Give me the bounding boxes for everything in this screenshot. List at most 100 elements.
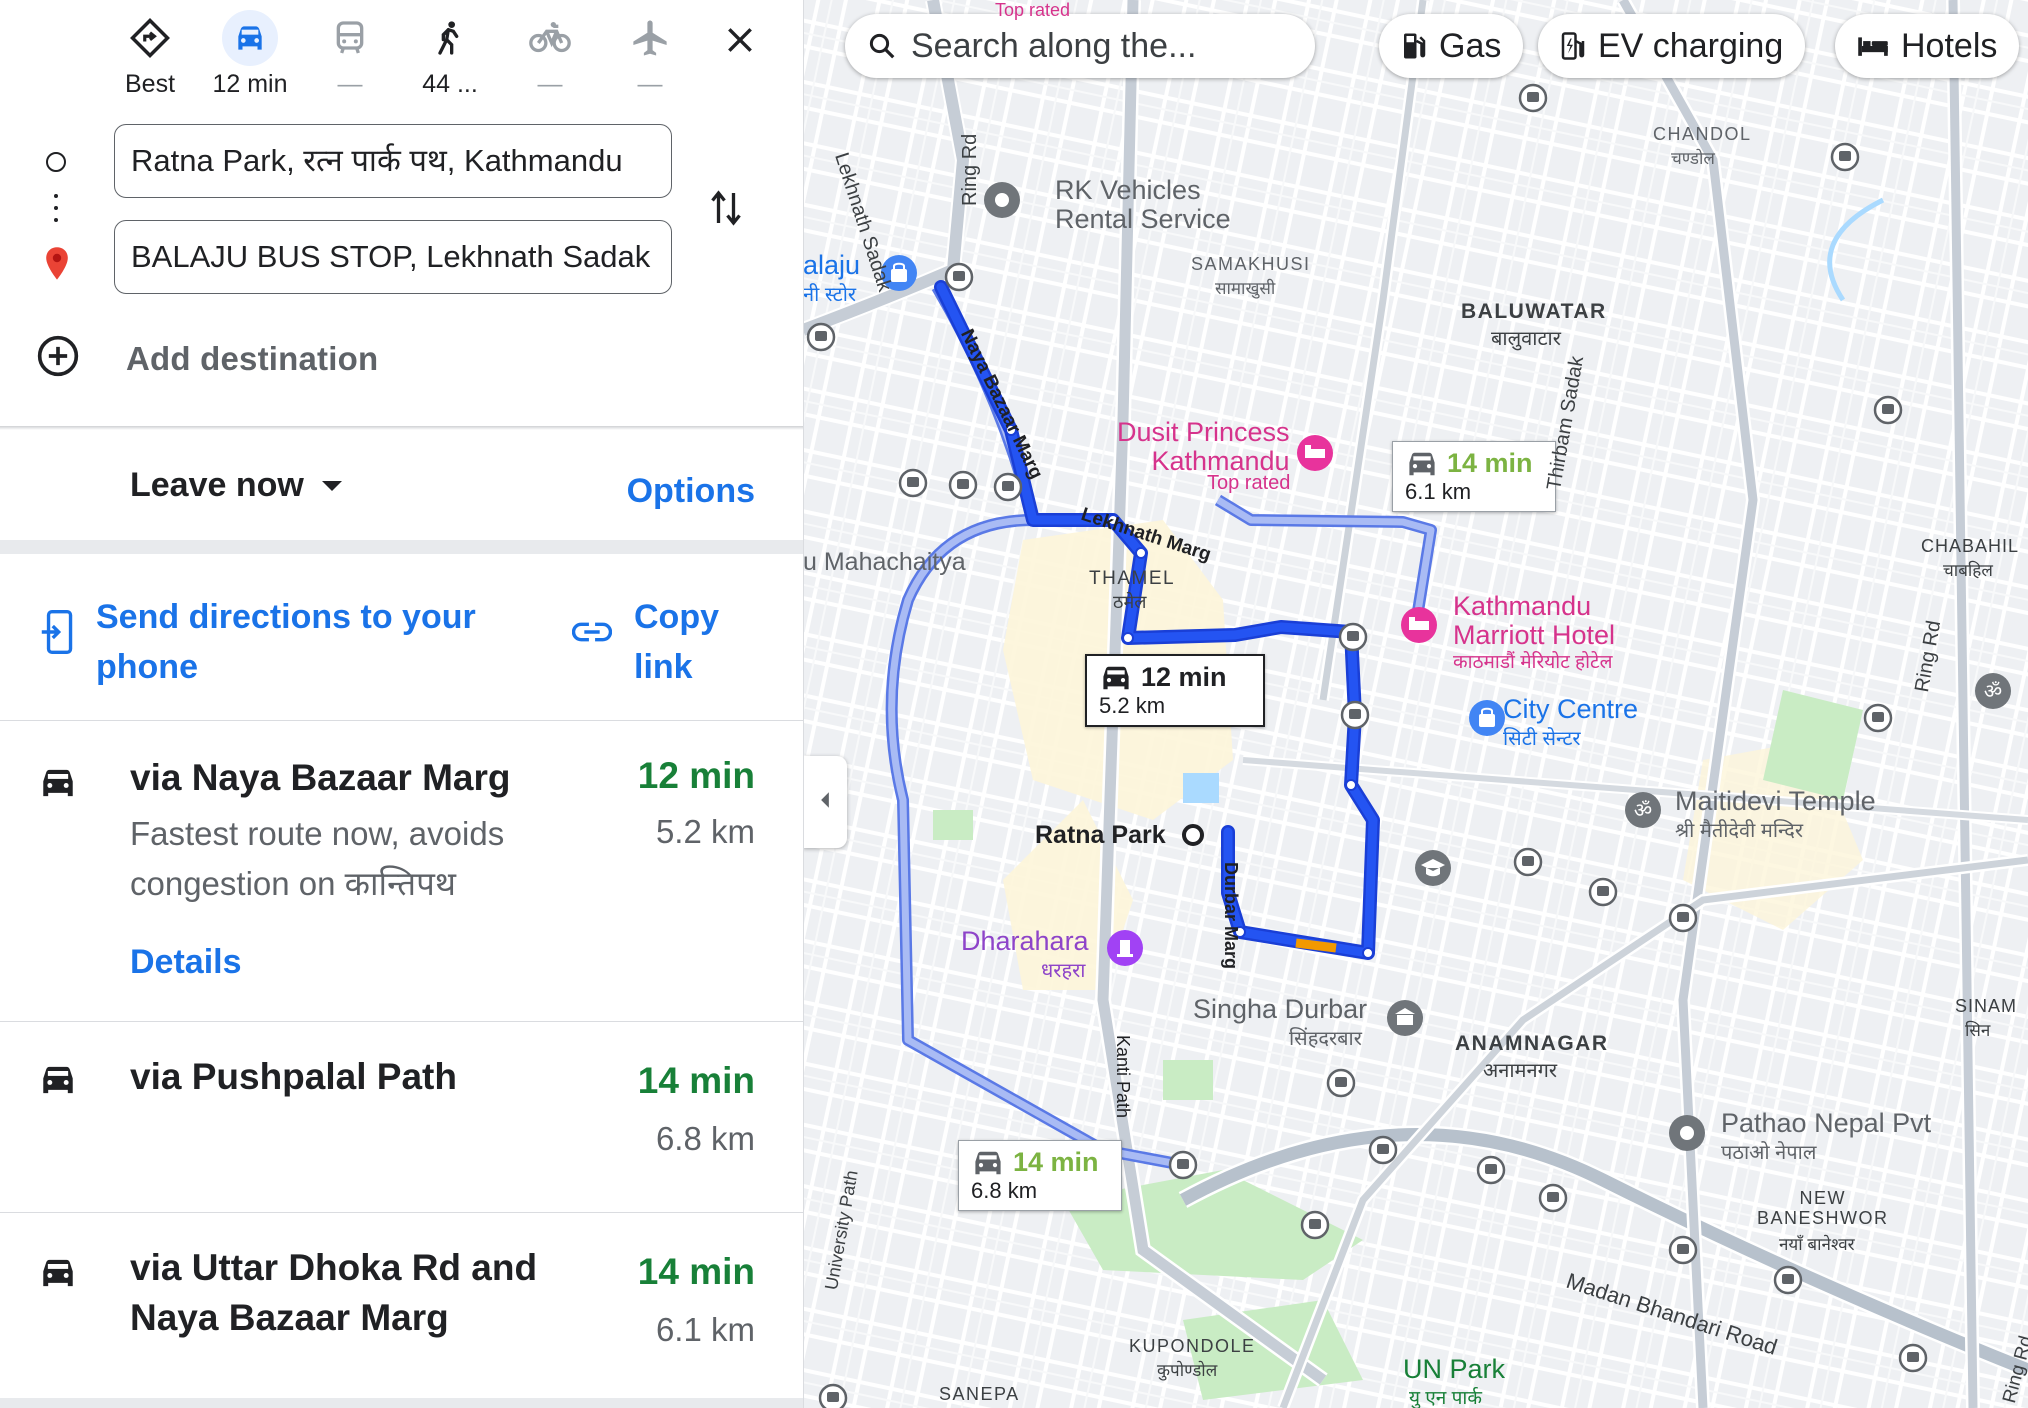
place-label-pathao[interactable]: Pathao Nepal Pvt: [1721, 1108, 1931, 1139]
area-label: SINAM: [1955, 996, 2018, 1016]
place-label-dusit-princess[interactable]: Dusit Princess Kathmandu: [1117, 418, 1290, 476]
place-label-dharahara-np: धरहरा: [1041, 960, 1086, 982]
route-label-distance: 6.8 km: [971, 1178, 1038, 1203]
area-label: सिन: [1965, 1021, 1991, 1040]
area-label: NEW BANESHWOR: [1757, 1188, 1889, 1228]
place-label-city-centre[interactable]: City Centre: [1503, 694, 1638, 725]
area-label: ANAMNAGAR: [1455, 1032, 1609, 1055]
copy-link-button[interactable]: Copy link: [571, 592, 734, 692]
place-label-marriott[interactable]: Kathmandu Marriott Hotel: [1453, 592, 1615, 650]
search-icon: [867, 31, 897, 61]
send-to-phone-button[interactable]: Send directions to your phone: [40, 592, 496, 692]
place-label-mahachaitya[interactable]: u Mahachaitya: [803, 548, 966, 577]
place-label-top-rated: Top rated: [995, 0, 1071, 20]
route-option-2[interactable]: via Pushpalal Path 14 min 6.8 km: [0, 1022, 803, 1212]
route-name: via Naya Bazaar Marg: [130, 757, 511, 798]
area-label: ठमेल: [1113, 592, 1147, 612]
map-search-input[interactable]: Search along the...: [845, 14, 1315, 78]
collapse-panel-button[interactable]: [803, 756, 847, 848]
chip-hotels[interactable]: Hotels: [1835, 14, 2020, 78]
route-distance: 6.8 km: [655, 1120, 755, 1157]
copy-link-label: Copy link: [634, 598, 719, 686]
chip-ev-charging-label: EV charging: [1598, 26, 1784, 65]
route-label-alt-1[interactable]: 14 min 6.1 km: [1392, 441, 1556, 512]
transit-icon: [322, 10, 378, 66]
area-label: CHABAHIL: [1921, 536, 2020, 556]
place-label-singha-durbar-np: सिंहदरबार: [1289, 1028, 1362, 1050]
route-option-1[interactable]: via Naya Bazaar Marg 12 min 5.2 km Faste…: [0, 721, 803, 1021]
close-directions-button[interactable]: [712, 14, 768, 70]
mode-cycling[interactable]: —: [500, 10, 600, 100]
mode-flight-label: —: [637, 70, 663, 98]
area-label: नयाँ बानेश्वर: [1779, 1235, 1855, 1254]
car-icon: [222, 10, 278, 66]
mode-best[interactable]: Best: [100, 10, 200, 100]
chip-gas[interactable]: Gas: [1379, 14, 1524, 78]
send-to-phone-label: Send directions to your phone: [96, 598, 476, 686]
place-label-ratna-park[interactable]: Ratna Park: [1035, 821, 1166, 850]
mode-flight[interactable]: —: [600, 10, 700, 100]
route-distance: 6.1 km: [655, 1311, 755, 1348]
route-label-selected[interactable]: 12 min 5.2 km: [1085, 654, 1265, 727]
route-distance: 5.2 km: [655, 813, 755, 850]
place-label-maitidevi-np: श्री मैतीदेवी मन्दिर: [1675, 820, 1804, 842]
place-label-pathao-np: पठाओ नेपाल: [1721, 1142, 1817, 1164]
chip-ev-charging[interactable]: EV charging: [1538, 14, 1806, 78]
bicycle-icon: [522, 10, 578, 66]
route-option-3[interactable]: via Uttar Dhoka Rd and Naya Bazaar Marg …: [0, 1213, 803, 1408]
area-label: चाबहिल: [1943, 561, 1993, 580]
mode-best-label: Best: [124, 70, 176, 98]
mode-walking[interactable]: 44 ...: [400, 10, 500, 100]
mode-driving-label: 12 min: [212, 70, 288, 98]
car-icon: [38, 1255, 78, 1296]
area-label: कुपोण्डोल: [1157, 1361, 1218, 1380]
place-label-rk-vehicles[interactable]: RK Vehicles Rental Service: [1055, 176, 1231, 234]
flight-icon: [622, 10, 678, 66]
government-icon: [1387, 1000, 1423, 1036]
place-label-dusit-rating: Top rated: [1207, 472, 1291, 494]
options-button[interactable]: Options: [627, 472, 755, 511]
route-label-time: 14 min: [1447, 448, 1533, 478]
route-label-alt-2[interactable]: 14 min 6.8 km: [958, 1140, 1122, 1211]
car-icon: [38, 765, 78, 806]
place-label-city-centre-np: सिटी सेन्टर: [1503, 728, 1581, 750]
origin-input[interactable]: Ratna Park, रत्न पार्क पथ, Kathmandu: [114, 124, 672, 198]
ev-charging-icon: [1560, 31, 1586, 61]
mode-transit[interactable]: —: [300, 10, 400, 100]
place-label-balaju[interactable]: alaju: [803, 250, 860, 281]
place-label-balaju-np: नी स्टोर: [803, 284, 857, 306]
route-time: 14 min: [637, 1060, 755, 1101]
add-destination-button[interactable]: Add destination: [36, 334, 378, 383]
chip-hotels-label: Hotels: [1901, 26, 1998, 65]
map-canvas[interactable]: ॐ ॐ Search along the... Gas EV charging …: [803, 0, 2028, 1408]
area-label: सामाखुसी: [1215, 279, 1276, 298]
mode-transit-label: —: [337, 70, 363, 98]
place-label-singha-durbar[interactable]: Singha Durbar: [1193, 994, 1367, 1025]
swap-locations-button[interactable]: [708, 186, 744, 235]
area-label: चण्डोल: [1671, 149, 1715, 168]
route-details-link[interactable]: Details: [130, 943, 242, 982]
section-divider: [0, 1398, 803, 1408]
best-route-icon: [122, 10, 178, 66]
travel-mode-tabs: Best 12 min — 44 ... — —: [100, 10, 720, 100]
route-label-time: 14 min: [1013, 1147, 1099, 1177]
svg-text:ॐ: ॐ: [1634, 798, 1652, 822]
area-label: अनामनगर: [1483, 1060, 1558, 1082]
place-label-dharahara[interactable]: Dharahara: [961, 926, 1089, 957]
chevron-left-icon: [818, 791, 832, 814]
place-label-maitidevi[interactable]: Maitidevi Temple: [1675, 786, 1876, 817]
place-label-un-park[interactable]: UN Park: [1403, 1354, 1505, 1385]
header-separator: [0, 426, 803, 430]
area-label: CHANDOL: [1653, 124, 1752, 144]
destination-input[interactable]: BALAJU BUS STOP, Lekhnath Sadak: [114, 220, 672, 294]
place-marker-icon: [984, 182, 1020, 218]
temple-icon: ॐ: [1975, 673, 2011, 709]
svg-text:ॐ: ॐ: [1984, 679, 2002, 703]
car-icon: [38, 1062, 78, 1103]
close-icon: [724, 24, 756, 61]
leave-now-dropdown[interactable]: Leave now: [130, 466, 342, 505]
route-time: 12 min: [637, 755, 755, 796]
link-icon: [571, 620, 613, 692]
mode-driving[interactable]: 12 min: [200, 10, 300, 100]
landmark-icon: [1107, 930, 1143, 966]
